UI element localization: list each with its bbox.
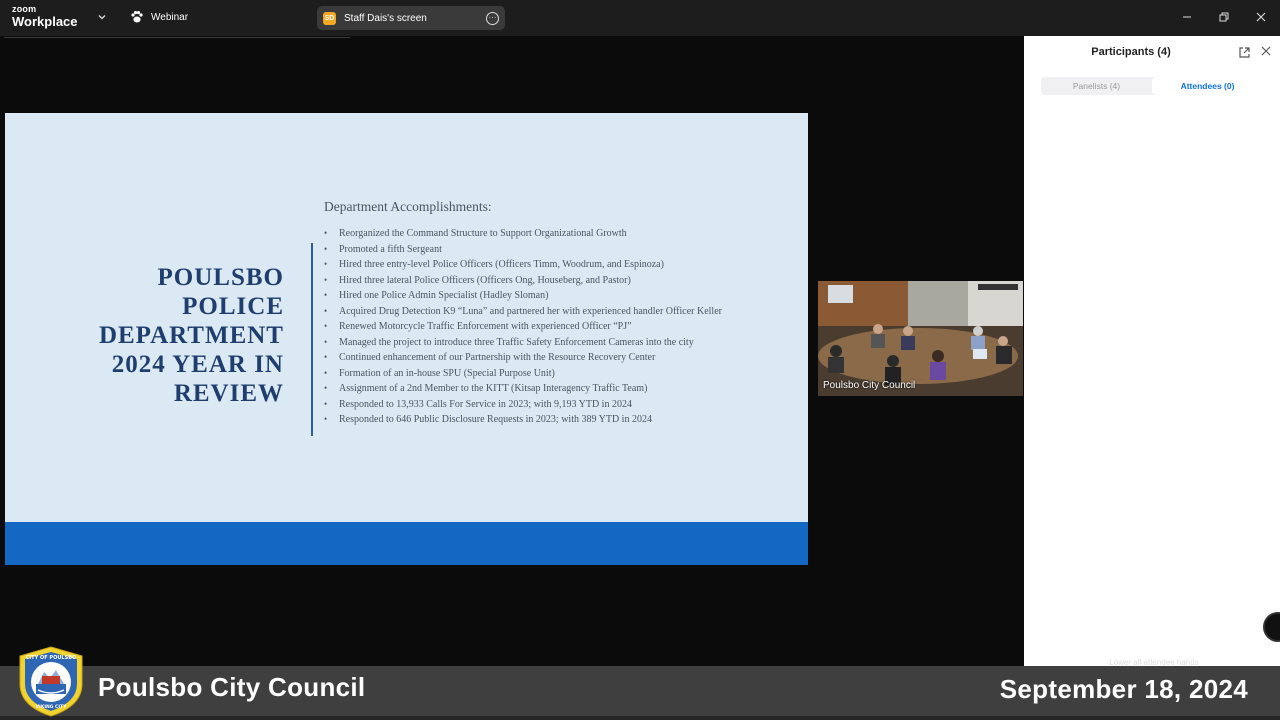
restore-icon: [1219, 12, 1229, 22]
slide-title-line: POLICE: [182, 293, 284, 320]
shared-screen-area[interactable]: POULSBO POLICE DEPARTMENT 2024 YEAR IN R…: [0, 36, 1024, 666]
share-label: Staff Dais's screen: [344, 12, 427, 24]
more-options-icon[interactable]: ···: [486, 11, 499, 25]
restore-button[interactable]: [1215, 8, 1233, 26]
video-tile[interactable]: Poulsbo City Council: [818, 281, 1023, 396]
screen-share-indicator[interactable]: SD Staff Dais's screen ···: [317, 6, 505, 30]
svg-text:VIKING CITY: VIKING CITY: [36, 704, 67, 710]
minimize-button[interactable]: [1178, 8, 1196, 26]
list-item: Reorganized the Command Structure to Sup…: [324, 226, 722, 242]
list-item: Continued enhancement of our Partnership…: [324, 350, 722, 366]
slide-title: POULSBO POLICE DEPARTMENT 2024 YEAR IN R…: [99, 263, 284, 408]
lower-hands-button[interactable]: Lower all attendee hands: [1084, 658, 1224, 666]
webinar-label: Webinar: [151, 11, 189, 23]
tab-panelists[interactable]: Panelists (4): [1041, 77, 1152, 95]
list-item: Hired three entry-level Police Officers …: [324, 257, 722, 273]
participants-tabs: Panelists (4) Attendees (0): [1041, 77, 1263, 95]
slide-title-line: POULSBO: [157, 264, 284, 291]
accomplishments-heading: Department Accomplishments:: [324, 199, 492, 214]
chevron-down-icon[interactable]: [97, 12, 107, 22]
list-item: Hired three lateral Police Officers (Off…: [324, 273, 722, 289]
list-item: Responded to 13,933 Calls For Service in…: [324, 397, 722, 413]
slide-divider: [311, 243, 313, 436]
zoom-workplace-logo[interactable]: zoom Workplace: [12, 4, 78, 29]
list-item: Managed the project to introduce three T…: [324, 335, 722, 351]
city-seal-logo: CITY OF POULSBO VIKING CITY: [19, 646, 83, 717]
accomplishments-list: Reorganized the Command Structure to Sup…: [324, 226, 722, 428]
brand-bottom: Workplace: [12, 14, 78, 29]
presentation-slide: POULSBO POLICE DEPARTMENT 2024 YEAR IN R…: [5, 113, 808, 565]
slide-title-line: REVIEW: [173, 380, 284, 407]
close-window-button[interactable]: [1252, 8, 1270, 26]
title-bar: zoom Workplace Webinar SD Staff Dais's s…: [0, 0, 1280, 36]
list-item: Assignment of a 2nd Member to the KITT (…: [324, 381, 722, 397]
divider: [4, 37, 350, 38]
brand-top: zoom: [12, 4, 37, 14]
list-item: Formation of an in-house SPU (Special Pu…: [324, 366, 722, 382]
video-participant-name: Poulsbo City Council: [823, 380, 916, 391]
banner-date: September 18, 2024: [999, 674, 1248, 704]
banner-edge: [0, 716, 1280, 720]
tab-attendees[interactable]: Attendees (0): [1152, 77, 1263, 95]
sharer-avatar: SD: [323, 11, 336, 25]
close-panel-button[interactable]: [1259, 45, 1273, 59]
slide-title-line: DEPARTMENT: [98, 322, 284, 349]
list-item: Renewed Motorcycle Traffic Enforcement w…: [324, 319, 722, 335]
minimize-icon: [1183, 16, 1191, 18]
list-item: Acquired Drug Detection K9 “Luna” and pa…: [324, 304, 722, 320]
close-icon: [1261, 46, 1271, 56]
paw-icon: [131, 11, 143, 23]
list-item: Promoted a fifth Sergeant: [324, 242, 722, 258]
list-item: Hired one Police Admin Specialist (Hadle…: [324, 288, 722, 304]
svg-text:CITY OF POULSBO: CITY OF POULSBO: [26, 655, 77, 661]
webinar-indicator[interactable]: Webinar: [130, 10, 188, 24]
participants-title: Participants (4): [1091, 46, 1171, 58]
pop-out-icon[interactable]: [1238, 46, 1251, 59]
close-icon: [1256, 12, 1266, 22]
slide-footer-bar: [5, 522, 808, 565]
list-item: Responded to 646 Public Disclosure Reque…: [324, 412, 722, 428]
council-chamber-video: [818, 281, 1023, 396]
slide-title-line: 2024 YEAR IN: [111, 351, 284, 378]
banner-council-name: Poulsbo City Council: [98, 672, 366, 702]
participants-panel: Participants (4) Panelists (4) Attendees…: [1024, 36, 1280, 666]
